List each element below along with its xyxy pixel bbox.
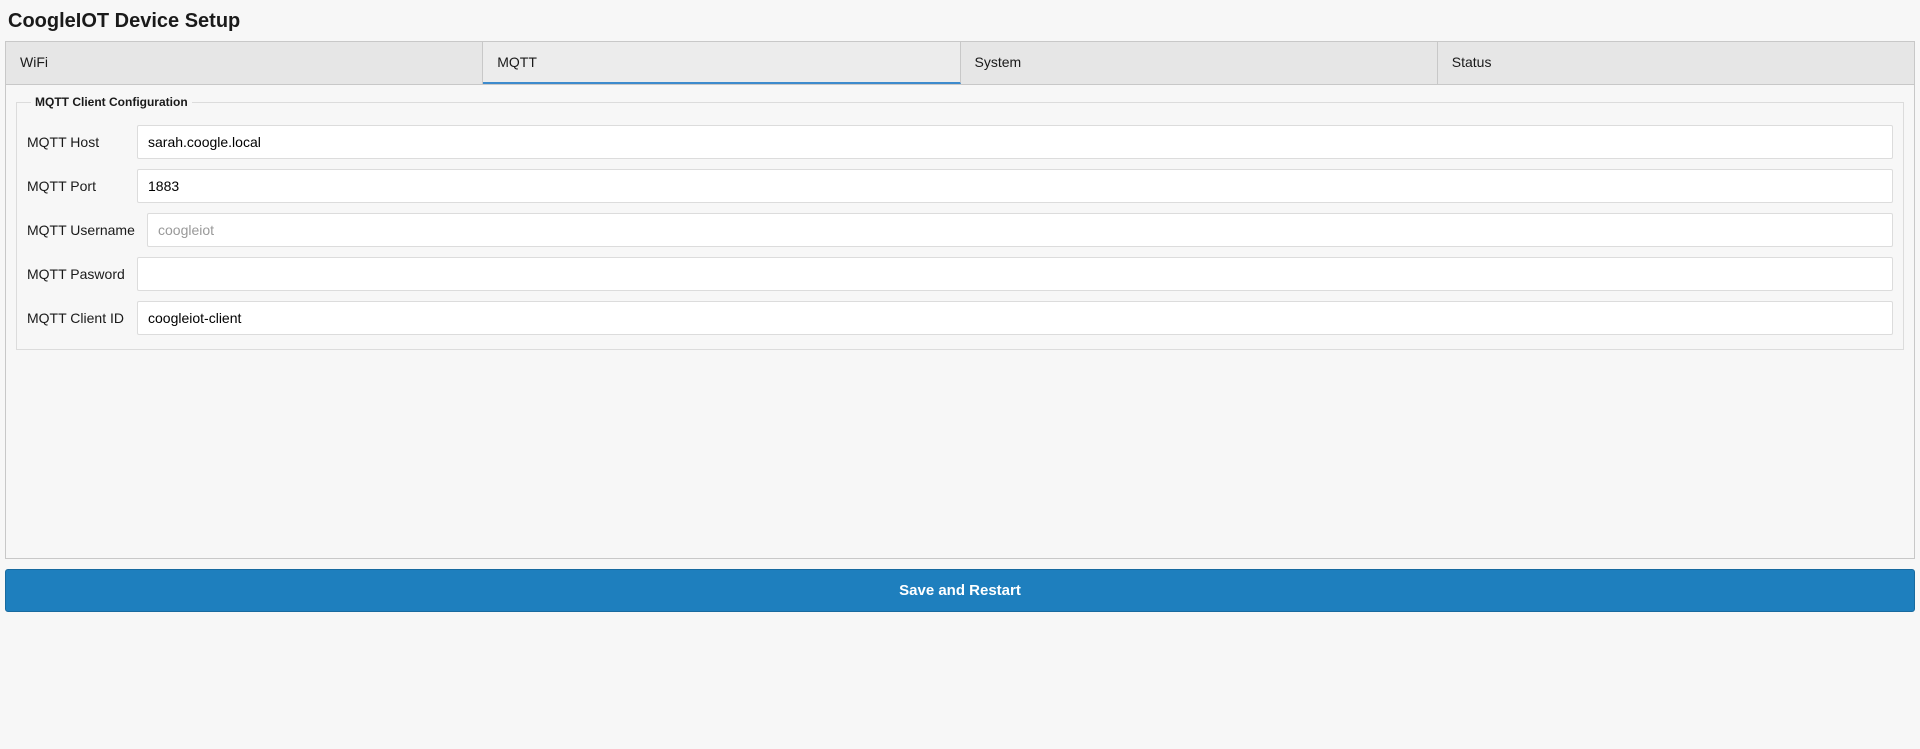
tab-status[interactable]: Status	[1438, 42, 1914, 84]
mqtt-config-fieldset: MQTT Client Configuration MQTT Host MQTT…	[16, 95, 1904, 350]
input-mqtt-password[interactable]	[137, 257, 1893, 291]
label-mqtt-host: MQTT Host	[27, 134, 137, 150]
tab-wifi[interactable]: WiFi	[6, 42, 483, 84]
input-mqtt-username[interactable]	[147, 213, 1893, 247]
row-mqtt-client-id: MQTT Client ID	[27, 301, 1893, 335]
tab-panel-mqtt: MQTT Client Configuration MQTT Host MQTT…	[5, 84, 1915, 559]
row-mqtt-host: MQTT Host	[27, 125, 1893, 159]
label-mqtt-client-id: MQTT Client ID	[27, 310, 137, 326]
input-mqtt-port[interactable]	[137, 169, 1893, 203]
row-mqtt-username: MQTT Username	[27, 213, 1893, 247]
label-mqtt-port: MQTT Port	[27, 178, 137, 194]
row-mqtt-port: MQTT Port	[27, 169, 1893, 203]
tab-mqtt[interactable]: MQTT	[483, 42, 960, 84]
label-mqtt-password: MQTT Pasword	[27, 266, 137, 282]
mqtt-config-legend: MQTT Client Configuration	[31, 95, 192, 109]
input-mqtt-host[interactable]	[137, 125, 1893, 159]
label-mqtt-username: MQTT Username	[27, 222, 147, 238]
page-title: CoogleIOT Device Setup	[5, 5, 1915, 41]
row-mqtt-password: MQTT Pasword	[27, 257, 1893, 291]
footer-bar: Save and Restart	[5, 569, 1915, 612]
tab-system[interactable]: System	[961, 42, 1438, 84]
tab-bar: WiFi MQTT System Status	[5, 41, 1915, 84]
save-restart-button[interactable]: Save and Restart	[5, 569, 1915, 612]
input-mqtt-client-id[interactable]	[137, 301, 1893, 335]
